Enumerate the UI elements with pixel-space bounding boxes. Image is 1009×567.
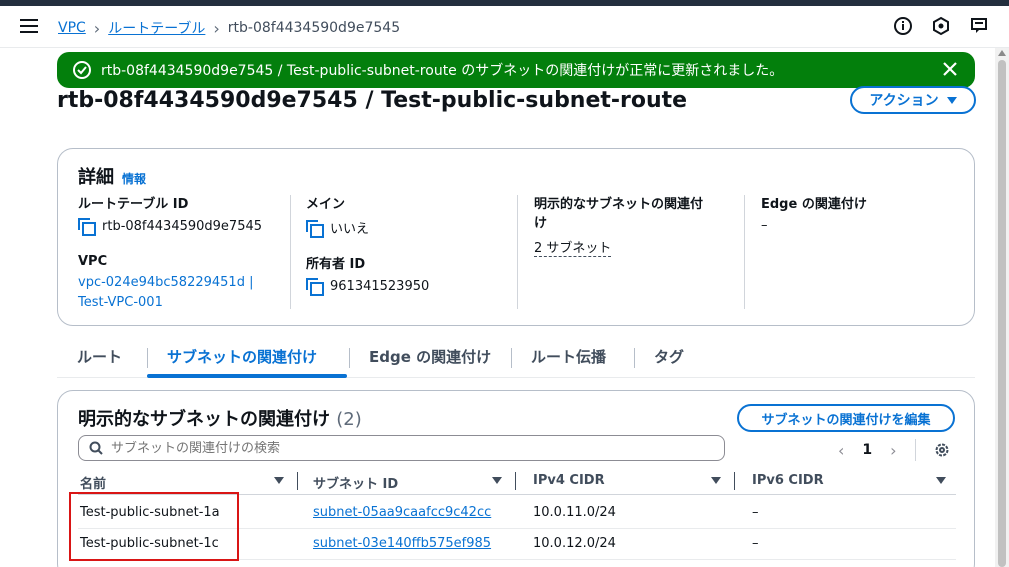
owner-id-value: 961341523950 <box>330 278 430 294</box>
tab-subnet-associations[interactable]: サブネットの関連付け <box>167 346 317 367</box>
flash-message: rtb-08f4434590d9e7545 / Test-public-subn… <box>101 63 784 79</box>
tab-tags[interactable]: タグ <box>654 346 684 367</box>
divider <box>744 195 745 309</box>
main-value: いいえ <box>330 222 370 237</box>
tab-edge-associations[interactable]: Edge の関連付け <box>369 346 491 367</box>
page-title: rtb-08f4434590d9e7545 / Test-public-subn… <box>57 88 688 113</box>
col-header-ipv4[interactable]: IPv4 CIDR <box>533 473 605 488</box>
table-title: 明示的なサブネットの関連付け (2) <box>78 409 362 430</box>
edge-label: Edge の関連付け <box>761 197 867 212</box>
owner-id-label: 所有者 ID <box>306 257 366 272</box>
close-icon[interactable] <box>941 60 959 78</box>
copy-icon[interactable] <box>78 218 96 236</box>
scrollbar-thumb[interactable] <box>998 60 1006 567</box>
row-ipv6: – <box>752 536 759 551</box>
chevron-right-icon: › <box>213 18 220 38</box>
actions-label: アクション <box>869 93 939 109</box>
breadcrumb-vpc[interactable]: VPC <box>58 20 86 36</box>
col-route-table: ルートテーブル ID rtb-08f4434590d9e7545 VPC vpc… <box>78 195 278 313</box>
col-edge: Edge の関連付け – <box>761 195 961 233</box>
info-icon[interactable] <box>893 16 913 36</box>
tab-route-propagation[interactable]: ルート伝播 <box>531 346 606 367</box>
col-explicit: 明示的なサブネットの関連付け 2 サブネット <box>534 195 734 257</box>
menu-icon[interactable] <box>20 19 38 33</box>
details-heading: 詳細 <box>78 167 114 188</box>
row-subnet-id[interactable]: subnet-05aa9caafcc9c42cc <box>313 505 491 520</box>
row-ipv6: – <box>752 505 759 520</box>
col-header-ipv6[interactable]: IPv6 CIDR <box>752 473 824 488</box>
route-table-id-label: ルートテーブル ID <box>78 197 189 212</box>
copy-icon[interactable] <box>306 219 324 238</box>
copy-icon[interactable] <box>306 278 324 296</box>
tab-separator <box>349 348 350 368</box>
breadcrumb: VPC › ルートテーブル › rtb-08f4434590d9e7545 <box>58 18 400 38</box>
row-ipv4: 10.0.11.0/24 <box>533 505 616 520</box>
prev-page-icon[interactable]: ‹ <box>838 441 844 460</box>
details-panel: 詳細 情報 ルートテーブル ID rtb-08f4434590d9e7545 V… <box>57 148 975 326</box>
sort-icon[interactable] <box>492 477 502 484</box>
route-table-id-value: rtb-08f4434590d9e7545 <box>102 218 263 234</box>
scroll-up-icon[interactable] <box>998 50 1006 56</box>
explicit-subnet-label: 明示的なサブネットの関連付け <box>534 197 704 231</box>
divider <box>290 195 291 309</box>
pager-divider <box>914 439 916 461</box>
divider <box>517 195 518 309</box>
edge-value: – <box>761 218 768 233</box>
col-main: メイン いいえ 所有者 ID 961341523950 <box>306 195 496 296</box>
info-link[interactable]: 情報 <box>122 170 146 187</box>
page-number[interactable]: 1 <box>862 442 872 458</box>
main-label: メイン <box>306 197 346 212</box>
table-count: (2) <box>336 409 362 430</box>
caret-down-icon <box>946 96 957 104</box>
row-subnet-id[interactable]: subnet-03e140ffb575ef985 <box>313 536 491 551</box>
tab-separator <box>511 348 512 368</box>
pagination: ‹ 1 › <box>838 439 950 461</box>
column-resizer[interactable] <box>515 472 516 490</box>
col-header-name[interactable]: 名前 <box>80 473 106 492</box>
vpc-link[interactable]: vpc-024e94bc58229451d | Test-VPC-001 <box>78 273 278 313</box>
check-circle-icon <box>73 61 91 79</box>
tab-separator <box>634 348 635 368</box>
tab-routes[interactable]: ルート <box>77 346 122 367</box>
sort-icon[interactable] <box>274 477 284 484</box>
tool-icons <box>893 16 989 36</box>
highlight-box <box>69 492 239 561</box>
tab-bar: ルート サブネットの関連付け Edge の関連付け ルート伝播 タグ <box>57 340 975 378</box>
sort-icon[interactable] <box>711 477 721 484</box>
column-resizer[interactable] <box>734 472 735 490</box>
sort-icon[interactable] <box>936 477 946 484</box>
row-ipv4: 10.0.12.0/24 <box>533 536 616 551</box>
page-scrollbar[interactable] <box>995 48 1009 567</box>
next-page-icon[interactable]: › <box>890 441 896 460</box>
column-resizer[interactable] <box>297 472 298 490</box>
security-icon[interactable] <box>931 16 951 36</box>
search-input[interactable] <box>111 440 671 456</box>
chevron-right-icon: › <box>93 18 101 38</box>
success-flash: rtb-08f4434590d9e7545 / Test-public-subn… <box>57 52 975 88</box>
col-header-subnet-id[interactable]: サブネット ID <box>313 473 398 492</box>
tab-separator <box>147 348 148 368</box>
active-tab-indicator <box>147 374 347 378</box>
breadcrumb-route-tables[interactable]: ルートテーブル <box>108 18 205 38</box>
feedback-icon[interactable] <box>969 16 989 36</box>
explicit-subnet-value[interactable]: 2 サブネット <box>534 237 612 257</box>
edit-subnet-associations-button[interactable]: サブネットの関連付けを編集 <box>737 404 955 432</box>
search-icon <box>89 441 103 455</box>
vpc-label: VPC <box>78 254 108 269</box>
breadcrumb-bar: VPC › ルートテーブル › rtb-08f4434590d9e7545 <box>0 6 1009 48</box>
settings-icon[interactable] <box>934 442 950 458</box>
search-box[interactable] <box>78 435 725 461</box>
breadcrumb-current: rtb-08f4434590d9e7545 <box>227 20 401 36</box>
actions-button[interactable]: アクション <box>850 86 976 114</box>
